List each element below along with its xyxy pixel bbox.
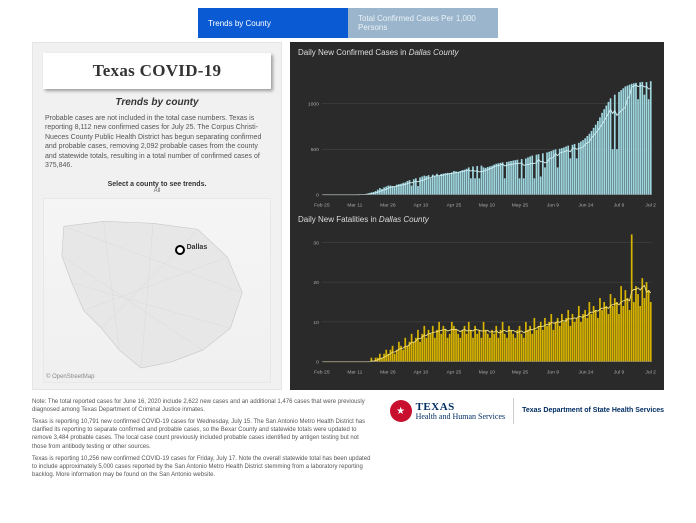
dshs-logo: Texas Department of State Health Service…	[522, 407, 664, 415]
tab-trends-by-county[interactable]: Trends by County	[198, 8, 348, 38]
footnotes: Note: The total reported cases for June …	[32, 398, 374, 483]
svg-text:Apr 25: Apr 25	[447, 203, 462, 209]
subtitle: Trends by county	[33, 97, 281, 108]
svg-text:Mar 26: Mar 26	[380, 370, 396, 376]
svg-text:Jun 9: Jun 9	[547, 203, 559, 209]
svg-text:1000: 1000	[308, 102, 319, 108]
svg-text:0: 0	[316, 193, 319, 199]
svg-text:Feb 25: Feb 25	[314, 203, 330, 209]
svg-text:May 10: May 10	[479, 370, 496, 376]
county-select-label: Select a county to see trends.	[33, 181, 281, 188]
tab-cases-per-1k[interactable]: Total Confirmed Cases Per 1,000 Persons	[348, 8, 498, 38]
chart-title-fatalities: Daily New Fatalities in Dallas County	[298, 215, 656, 224]
logo-divider	[513, 398, 514, 424]
svg-text:May 25: May 25	[512, 370, 529, 376]
county-select-value[interactable]: All	[33, 188, 281, 194]
svg-text:20: 20	[313, 280, 319, 286]
chart-title-cases: Daily New Confirmed Cases in Dallas Coun…	[298, 48, 656, 57]
map-marker-dallas[interactable]: Dallas	[175, 245, 185, 255]
svg-text:Jul 24: Jul 24	[645, 203, 656, 209]
logos: TEXASHealth and Human Services Texas Dep…	[390, 398, 664, 424]
chart-fatalities[interactable]: 0 10 20 30 Feb 25 Mar 11 Mar 26 Apr 10 Apr 25 May…	[298, 228, 656, 378]
hhs-seal-icon	[390, 400, 412, 422]
svg-text:500: 500	[311, 147, 320, 153]
svg-text:Feb 25: Feb 25	[314, 370, 330, 376]
svg-text:Jul 9: Jul 9	[614, 203, 625, 209]
svg-text:Mar 11: Mar 11	[347, 203, 362, 209]
svg-text:Jul 9: Jul 9	[614, 370, 625, 376]
marker-label: Dallas	[187, 244, 208, 251]
description: Probable cases are not included in the t…	[33, 114, 281, 179]
svg-text:Apr 25: Apr 25	[447, 370, 462, 376]
svg-text:Jun 24: Jun 24	[579, 370, 594, 376]
svg-text:May 10: May 10	[479, 203, 496, 209]
svg-text:0: 0	[316, 360, 319, 366]
county-map[interactable]: Dallas © OpenStreetMap	[43, 198, 271, 383]
map-credit: © OpenStreetMap	[46, 374, 94, 380]
svg-text:Jul 24: Jul 24	[645, 370, 656, 376]
svg-text:Apr 10: Apr 10	[414, 370, 429, 376]
svg-text:10: 10	[313, 320, 319, 326]
chart-cases[interactable]: 0 500 1000 Feb 25 Mar 11 Mar 26 Apr 10 Apr 25 Ma…	[298, 61, 656, 211]
svg-text:Mar 11: Mar 11	[347, 370, 362, 376]
svg-text:30: 30	[313, 240, 319, 246]
charts-panel: Daily New Confirmed Cases in Dallas Coun…	[290, 42, 664, 390]
left-panel: Texas COVID-19 Trends by county Probable…	[32, 42, 282, 390]
hhs-logo: TEXASHealth and Human Services	[390, 400, 506, 422]
svg-text:Jun 24: Jun 24	[579, 203, 594, 209]
svg-text:Jun 9: Jun 9	[547, 370, 559, 376]
page-title: Texas COVID-19	[43, 53, 271, 89]
svg-text:Apr 10: Apr 10	[414, 203, 429, 209]
tabs: Trends by County Total Confirmed Cases P…	[0, 8, 696, 38]
svg-text:Mar 26: Mar 26	[380, 203, 396, 209]
svg-text:May 25: May 25	[512, 203, 529, 209]
